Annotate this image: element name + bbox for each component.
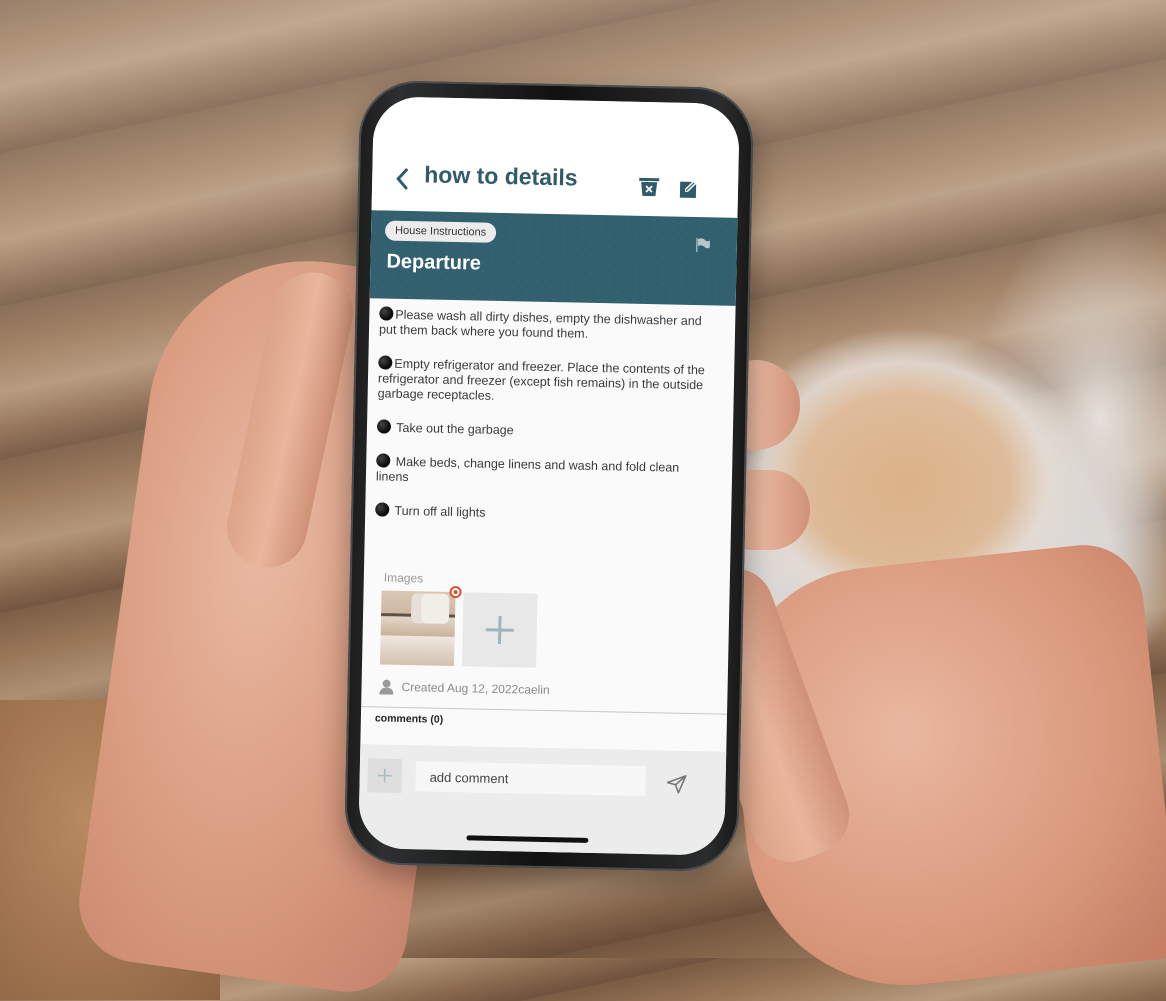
bullet-icon bbox=[379, 306, 394, 321]
home-indicator[interactable] bbox=[466, 835, 589, 843]
step-item: Empty refrigerator and freezer. Place th… bbox=[377, 355, 705, 403]
delete-button[interactable] bbox=[638, 176, 660, 198]
step-item: Turn off all lights bbox=[375, 502, 711, 525]
comments-count: comments (0) bbox=[374, 712, 444, 726]
bullet-icon bbox=[375, 502, 390, 517]
back-button[interactable] bbox=[394, 167, 415, 193]
plus-icon bbox=[485, 615, 514, 645]
edit-button[interactable] bbox=[678, 177, 700, 199]
comment-input[interactable] bbox=[415, 761, 646, 797]
trash-x-icon bbox=[639, 177, 660, 197]
plus-icon bbox=[377, 768, 392, 783]
instruction-title: Departure bbox=[386, 250, 482, 275]
bullet-icon bbox=[378, 355, 393, 370]
edit-pencil-icon bbox=[679, 179, 698, 199]
flag-button[interactable] bbox=[695, 237, 711, 253]
step-item: Please wash all dirty dishes, empty the … bbox=[378, 306, 702, 341]
created-text: Created Aug 12, 2022caelin bbox=[401, 679, 550, 698]
instruction-banner: House Instructions Departure bbox=[369, 210, 738, 306]
phone: how to details House Instructions Depart… bbox=[343, 79, 755, 873]
app-header: how to details bbox=[371, 96, 740, 218]
flag-icon bbox=[695, 238, 710, 253]
chevron-left-icon bbox=[396, 168, 408, 190]
comment-attach-button[interactable] bbox=[367, 758, 403, 793]
step-item: Make beds, change linens and wash and fo… bbox=[375, 453, 680, 485]
bullet-icon bbox=[376, 419, 392, 434]
comment-bar bbox=[358, 744, 727, 856]
step-item: Take out the garbage bbox=[376, 419, 713, 442]
send-comment-button[interactable] bbox=[665, 773, 687, 795]
remove-image-button[interactable] bbox=[449, 585, 462, 599]
add-image-button[interactable] bbox=[461, 592, 538, 668]
app-screen: how to details House Instructions Depart… bbox=[358, 96, 740, 856]
send-icon bbox=[666, 775, 687, 794]
image-thumbnail[interactable] bbox=[380, 590, 456, 667]
user-icon bbox=[379, 679, 394, 695]
category-chip[interactable]: House Instructions bbox=[384, 220, 497, 243]
steps-list: Please wash all dirty dishes, empty the … bbox=[375, 306, 716, 543]
images-label: Images bbox=[383, 570, 424, 586]
bullet-icon bbox=[376, 453, 391, 468]
created-info: Created Aug 12, 2022caelin bbox=[379, 678, 550, 698]
page-title: how to details bbox=[424, 161, 578, 191]
